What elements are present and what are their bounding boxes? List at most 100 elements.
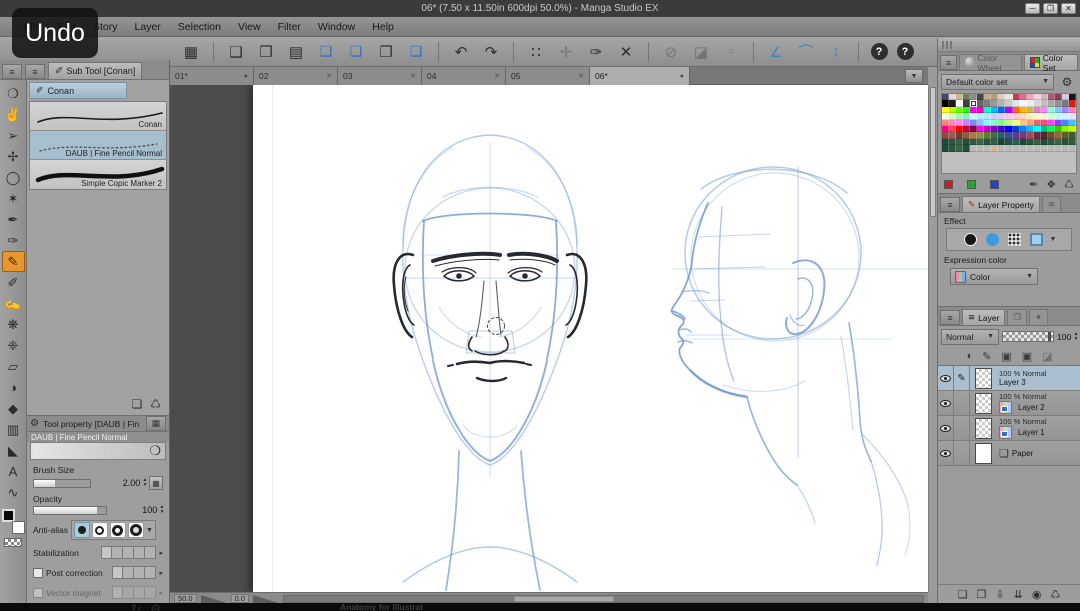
draft-layer-icon[interactable]: ✎ [982,350,991,363]
eraser-tool[interactable]: ▱ [2,356,25,377]
workspace-switch-icon[interactable]: ▦ [178,40,204,64]
document-tab-05[interactable]: 05 ✕ [506,67,590,85]
layer-row[interactable]: ✎ 100 % Normal Layer 3 [938,366,1080,391]
eye-icon[interactable] [940,399,951,407]
lasso-tool[interactable]: ◯ [2,167,25,188]
layer-thumbnail[interactable] [974,392,992,414]
brush-size-slider[interactable] [33,478,91,488]
object-select-2-icon[interactable]: ❑ [343,40,369,64]
color-swatch[interactable] [1068,145,1076,152]
anti-alias-weak[interactable] [91,522,108,538]
arrow-right-icon[interactable]: ▸ [159,569,163,577]
layer-thumbnail[interactable] [974,417,992,439]
tab-color-wheel[interactable]: Color Wheel [959,53,1023,73]
color-swatch[interactable] [970,145,978,152]
menu-layer[interactable]: Layer [135,21,161,33]
brush-size-dynamics-button[interactable]: ▦ [149,476,163,490]
zoom-tool[interactable]: ❍ [2,83,25,104]
brush-size-value[interactable]: 2.00 [123,478,141,488]
horizontal-scrollbar-handle[interactable] [514,595,615,602]
menu-selection[interactable]: Selection [178,21,221,33]
decoration-tool[interactable]: ❈ [2,335,25,356]
quick-color-red[interactable] [944,179,953,189]
layer-visibility-cell[interactable] [938,391,954,415]
layer-thumbnail-cell[interactable] [970,441,996,465]
rotation-slider[interactable] [253,594,280,603]
object-select-3-icon[interactable]: ❑ [403,40,429,64]
pencil-tool[interactable]: ✎ [1,251,25,272]
fill-tool[interactable]: ◆ [2,398,25,419]
brush-item[interactable]: Conan [30,102,166,131]
layer-mask-icon[interactable]: ◉ [1032,588,1042,601]
color-swatch[interactable] [949,145,957,152]
lock-layer-icon[interactable]: ▣ [1001,350,1011,363]
tab-layer-property[interactable]: ✎ Layer Property [962,196,1040,212]
color-swatch[interactable] [1040,145,1048,152]
move-tool[interactable]: ✢ [2,146,25,167]
minimize-button[interactable]: ─ [1025,3,1040,14]
menu-window[interactable]: Window [318,21,355,33]
trash-icon[interactable]: ♺ [1064,178,1074,191]
document-tab-04[interactable]: 04 ✕ [422,67,506,85]
figure-tool[interactable]: ◣ [2,440,25,461]
eye-icon[interactable] [940,424,951,432]
blend-mode-dropdown[interactable]: Normal ▼ [941,328,999,345]
color-swatch[interactable] [1054,145,1062,152]
opacity-stepper[interactable]: ▴ ▾ [160,504,163,515]
layer-thumbnail[interactable] [974,442,992,464]
canvas-horizontal-scrollbar[interactable] [283,594,924,603]
help-2-icon[interactable]: ? [894,40,916,64]
transform-icon[interactable]: ✕ [613,40,639,64]
layer-visibility-cell[interactable] [938,366,954,390]
chevron-down-icon[interactable]: ▼ [146,527,153,534]
add-color-icon[interactable]: ❖ [1046,178,1056,191]
anti-alias-medium[interactable] [109,522,126,538]
redo-icon[interactable]: ↷ [478,40,504,64]
opacity-value[interactable]: 100 [142,505,157,515]
close-button[interactable]: ✕ [1061,3,1076,14]
layer-visibility-cell[interactable] [938,416,954,440]
color-swatch[interactable] [998,145,1006,152]
tab-layer-extra[interactable]: ✦ [1029,309,1049,325]
color-set-dropdown[interactable]: Default color set ▼ [941,73,1054,90]
close-tab-icon[interactable]: ✕ [326,72,332,80]
layer-thumbnail-cell[interactable] [970,416,996,440]
canvas-page[interactable] [253,85,928,592]
color-swatch[interactable] [1019,145,1027,152]
color-swatch[interactable] [942,145,950,152]
vertical-scrollbar-handle[interactable] [930,87,936,217]
edit-color-set-button[interactable]: ⚙ [1057,73,1077,90]
snap-to-ruler-icon[interactable]: ∠ [763,40,789,64]
color-swatch[interactable] [1012,145,1020,152]
tab-sub-tool[interactable]: ✐ Sub Tool [Conan] [48,62,143,79]
wrench-icon[interactable]: ⚙ [150,602,161,611]
layer-opacity-stepper[interactable]: ▴ ▾ [1074,331,1077,342]
anti-alias-none[interactable] [73,522,90,538]
close-tab-icon[interactable]: ✕ [494,72,500,80]
layer-thumbnail[interactable] [974,367,992,389]
undo-icon[interactable]: ↶ [448,40,474,64]
magic-wand-tool[interactable]: ✶ [2,188,25,209]
brush-item[interactable]: DAUB | Fine Pencil Normal [30,131,166,160]
opacity-slider[interactable] [33,505,107,515]
panel-menu-button[interactable]: ≡ [940,197,960,212]
post-correction-segments[interactable] [112,566,157,579]
chevron-down-icon[interactable]: ▼ [1050,236,1057,243]
layer-row[interactable]: 100 % Normal Layer 2 [938,391,1080,416]
gradient-tool[interactable]: ▥ [2,419,25,440]
layer-thumbnail-cell[interactable] [970,366,996,390]
effect-color[interactable] [984,231,1001,248]
sub-tool-group-tab[interactable]: ✐ Conan [29,82,127,99]
effect-tone[interactable] [1006,231,1023,248]
color-swatch[interactable] [984,145,992,152]
tab-layer[interactable]: ≋ Layer [962,309,1006,325]
brush-size-stepper[interactable]: ▴ ▾ [143,477,146,488]
blend-tool[interactable]: ◑ [2,377,25,398]
new-layer-icon[interactable]: ❏ [958,588,968,601]
expression-color-dropdown[interactable]: Color ▼ [950,268,1038,285]
replace-color-icon[interactable]: ✒ [1029,178,1038,191]
color-swatch[interactable] [1061,145,1069,152]
text-tool[interactable]: A [2,461,25,482]
tab-color-set[interactable]: Color Set [1024,53,1078,73]
fill-selection-icon[interactable]: ✑ [583,40,609,64]
